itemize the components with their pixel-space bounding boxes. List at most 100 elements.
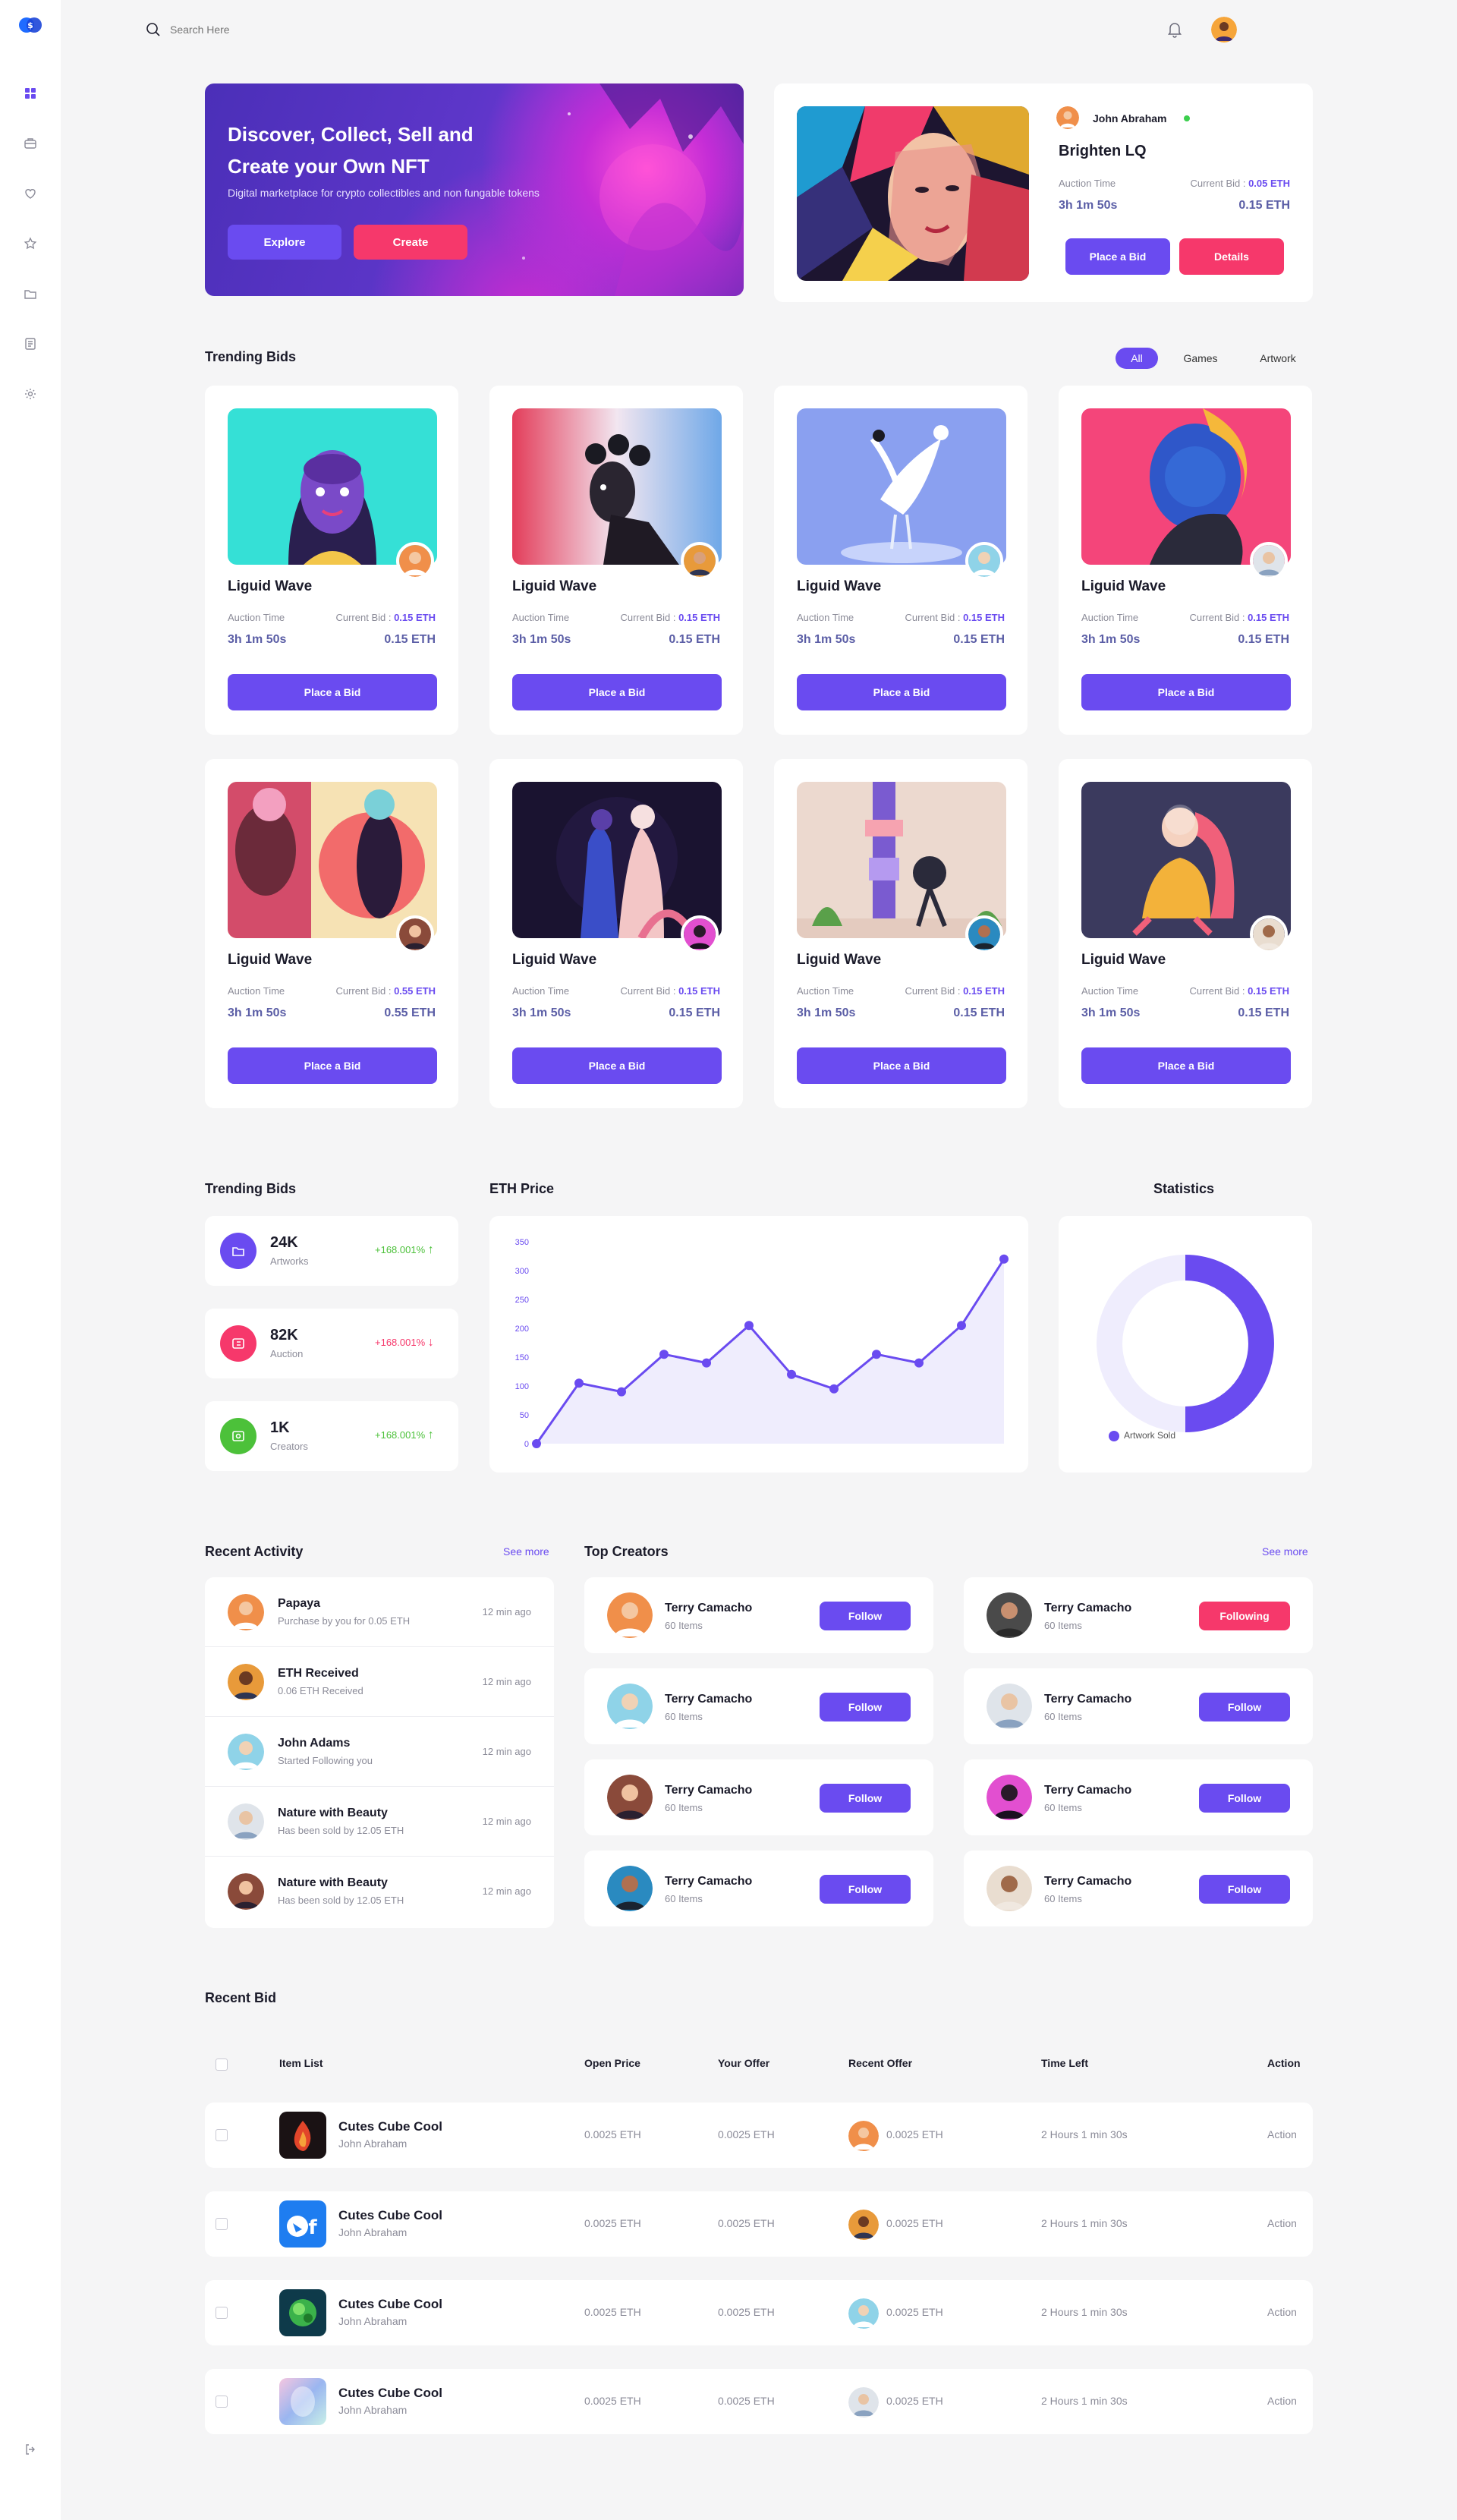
place-bid-button[interactable]: Place a Bid xyxy=(512,674,722,710)
follow-button[interactable]: Follow xyxy=(1199,1693,1290,1721)
row-checkbox[interactable] xyxy=(216,2218,228,2230)
nft-artwork[interactable] xyxy=(228,408,437,565)
donut-slice[interactable] xyxy=(1097,1255,1186,1432)
nft-artwork[interactable] xyxy=(797,782,1006,938)
donut-slice[interactable] xyxy=(1185,1255,1274,1432)
select-all-checkbox[interactable] xyxy=(216,2059,228,2071)
data-point[interactable] xyxy=(617,1387,626,1397)
list-item[interactable]: Nature with Beauty Has been sold by 12.0… xyxy=(205,1857,554,1926)
nft-artwork[interactable] xyxy=(512,408,722,565)
avatar[interactable] xyxy=(607,1592,653,1638)
creator-avatar[interactable] xyxy=(396,542,434,580)
creator-avatar[interactable] xyxy=(681,542,719,580)
place-bid-button[interactable]: Place a Bid xyxy=(797,674,1006,710)
creator-name: Terry Camacho xyxy=(665,1693,753,1706)
featured-artwork[interactable] xyxy=(797,106,1029,281)
avatar[interactable] xyxy=(607,1684,653,1729)
data-point[interactable] xyxy=(872,1350,881,1359)
creator-avatar[interactable] xyxy=(965,915,1003,953)
dashboard-icon[interactable] xyxy=(20,83,40,103)
item-thumbnail[interactable]: f xyxy=(279,2200,326,2248)
place-bid-button[interactable]: Place a Bid xyxy=(512,1047,722,1084)
list-item[interactable]: Nature with Beauty Has been sold by 12.0… xyxy=(205,1787,554,1857)
search-bar[interactable] xyxy=(144,18,417,41)
filter-all[interactable]: All xyxy=(1116,348,1158,369)
nft-artwork[interactable] xyxy=(1081,782,1291,938)
following-button[interactable]: Following xyxy=(1199,1602,1290,1630)
place-bid-button[interactable]: Place a Bid xyxy=(228,1047,437,1084)
place-bid-button[interactable]: Place a Bid xyxy=(1065,238,1170,275)
list-item[interactable]: ETH Received 0.06 ETH Received 12 min ag… xyxy=(205,1647,554,1717)
follow-button[interactable]: Follow xyxy=(820,1875,911,1904)
action-link[interactable]: Action xyxy=(1267,2128,1297,2140)
document-icon[interactable] xyxy=(20,334,40,354)
creator-avatar[interactable] xyxy=(681,915,719,953)
place-bid-button[interactable]: Place a Bid xyxy=(1081,674,1291,710)
data-point[interactable] xyxy=(744,1321,754,1331)
nft-artwork[interactable] xyxy=(797,408,1006,565)
filter-games[interactable]: Games xyxy=(1173,348,1228,369)
data-point[interactable] xyxy=(914,1358,924,1368)
avatar[interactable] xyxy=(987,1592,1032,1638)
heart-icon[interactable] xyxy=(20,184,40,203)
nft-artwork[interactable] xyxy=(1081,408,1291,565)
action-link[interactable]: Action xyxy=(1267,2217,1297,2229)
data-point[interactable] xyxy=(659,1350,669,1359)
explore-button[interactable]: Explore xyxy=(228,225,341,260)
creator-avatar[interactable] xyxy=(965,542,1003,580)
settings-icon[interactable] xyxy=(20,384,40,404)
nft-artwork[interactable] xyxy=(512,782,722,938)
eth-price-chart[interactable]: 0 50 100 150 200 250 300 350 xyxy=(489,1216,1028,1473)
avatar xyxy=(228,1664,264,1700)
list-item[interactable]: Papaya Purchase by you for 0.05 ETH 12 m… xyxy=(205,1577,554,1647)
avatar[interactable] xyxy=(1211,17,1237,43)
creator-avatar[interactable] xyxy=(1250,542,1288,580)
avatar[interactable] xyxy=(987,1684,1032,1729)
data-point[interactable] xyxy=(574,1378,584,1388)
data-point[interactable] xyxy=(787,1369,796,1379)
item-thumbnail[interactable] xyxy=(279,2289,326,2336)
place-bid-button[interactable]: Place a Bid xyxy=(1081,1047,1291,1084)
item-thumbnail[interactable] xyxy=(279,2378,326,2425)
action-link[interactable]: Action xyxy=(1267,2306,1297,2318)
follow-button[interactable]: Follow xyxy=(1199,1875,1290,1904)
data-point[interactable] xyxy=(702,1358,711,1368)
star-icon[interactable] xyxy=(20,234,40,254)
details-button[interactable]: Details xyxy=(1179,238,1284,275)
avatar[interactable] xyxy=(607,1775,653,1820)
place-bid-button[interactable]: Place a Bid xyxy=(797,1047,1006,1084)
avatar[interactable] xyxy=(987,1866,1032,1911)
data-point[interactable] xyxy=(829,1384,839,1394)
data-point[interactable] xyxy=(999,1254,1009,1264)
row-checkbox[interactable] xyxy=(216,2129,228,2141)
data-point[interactable] xyxy=(957,1321,966,1331)
follow-button[interactable]: Follow xyxy=(820,1693,911,1721)
avatar[interactable] xyxy=(607,1866,653,1911)
row-checkbox[interactable] xyxy=(216,2396,228,2408)
folder-icon[interactable] xyxy=(20,284,40,304)
filter-artwork[interactable]: Artwork xyxy=(1249,348,1307,369)
follow-button[interactable]: Follow xyxy=(820,1602,911,1630)
owner-avatar[interactable] xyxy=(1056,106,1079,129)
list-item[interactable]: John Adams Started Following you 12 min … xyxy=(205,1717,554,1787)
follow-button[interactable]: Follow xyxy=(1199,1784,1290,1813)
search-input[interactable] xyxy=(170,24,398,36)
creators-see-more-link[interactable]: See more xyxy=(1262,1545,1308,1558)
data-point[interactable] xyxy=(532,1439,541,1448)
bell-icon[interactable] xyxy=(1165,20,1185,39)
action-link[interactable]: Action xyxy=(1267,2395,1297,2407)
nft-artwork[interactable] xyxy=(228,782,437,938)
logo-icon[interactable]: $ xyxy=(18,17,42,33)
creator-avatar[interactable] xyxy=(1250,915,1288,953)
logout-icon[interactable] xyxy=(20,2440,40,2459)
avatar[interactable] xyxy=(987,1775,1032,1820)
follow-button[interactable]: Follow xyxy=(820,1784,911,1813)
briefcase-icon[interactable] xyxy=(20,134,40,153)
row-checkbox[interactable] xyxy=(216,2307,228,2319)
place-bid-button[interactable]: Place a Bid xyxy=(228,674,437,710)
statistics-donut-chart[interactable] xyxy=(1059,1216,1312,1473)
item-thumbnail[interactable] xyxy=(279,2112,326,2159)
create-button[interactable]: Create xyxy=(354,225,467,260)
activity-see-more-link[interactable]: See more xyxy=(503,1545,549,1558)
creator-avatar[interactable] xyxy=(396,915,434,953)
